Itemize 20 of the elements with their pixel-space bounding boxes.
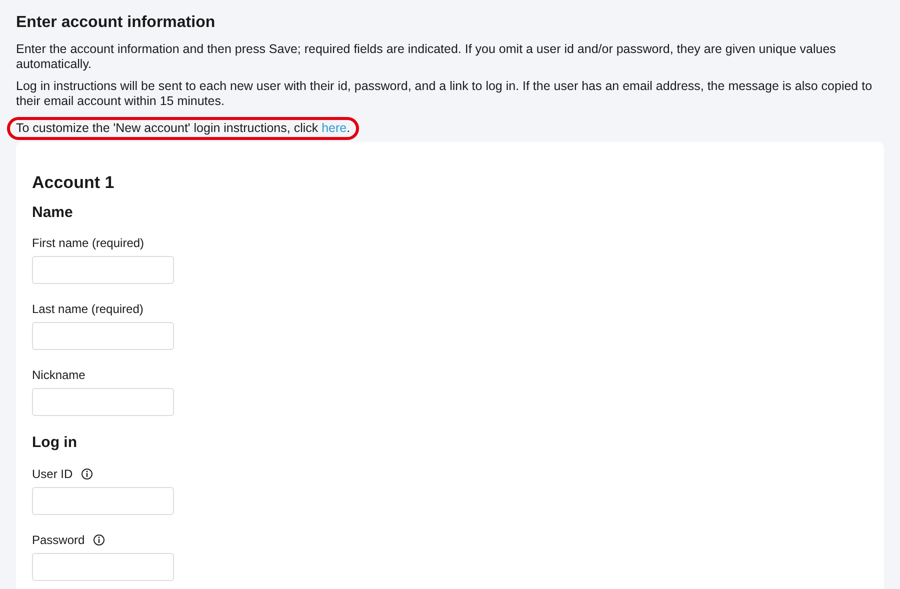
page-title: Enter account information	[16, 13, 216, 33]
input-field[interactable]	[32, 552, 174, 580]
paragraph: To customize the 'New account' login instructions, click here.	[16, 121, 350, 136]
info-icon[interactable]	[80, 468, 93, 480]
input-field[interactable]	[32, 486, 174, 514]
section-title: Log in	[32, 433, 78, 453]
paragraph: Enter the account information and then press Save; required fields are indicated. If you omit a user id and/or password, they are given unique values automatically.	[16, 42, 837, 72]
section-title: Name	[32, 202, 74, 222]
field-label: Last name (required)	[32, 301, 144, 318]
field-label: First name (required)	[32, 235, 144, 252]
input-field[interactable]	[32, 256, 174, 284]
input-field[interactable]	[32, 388, 174, 416]
field-label: Password	[32, 532, 85, 548]
account-title: Account 1	[32, 172, 116, 194]
paragraph: Log in instructions will be sent to each new user with their id, password, and a link to log in. If the user has an email address, the message is also copied to their email account within 15 minutes.	[16, 79, 874, 109]
here-link[interactable]: here	[322, 121, 347, 135]
field-label: User ID	[32, 466, 73, 482]
input-field[interactable]	[32, 322, 174, 350]
field-label: Nickname	[32, 367, 86, 384]
info-icon[interactable]	[92, 534, 105, 546]
